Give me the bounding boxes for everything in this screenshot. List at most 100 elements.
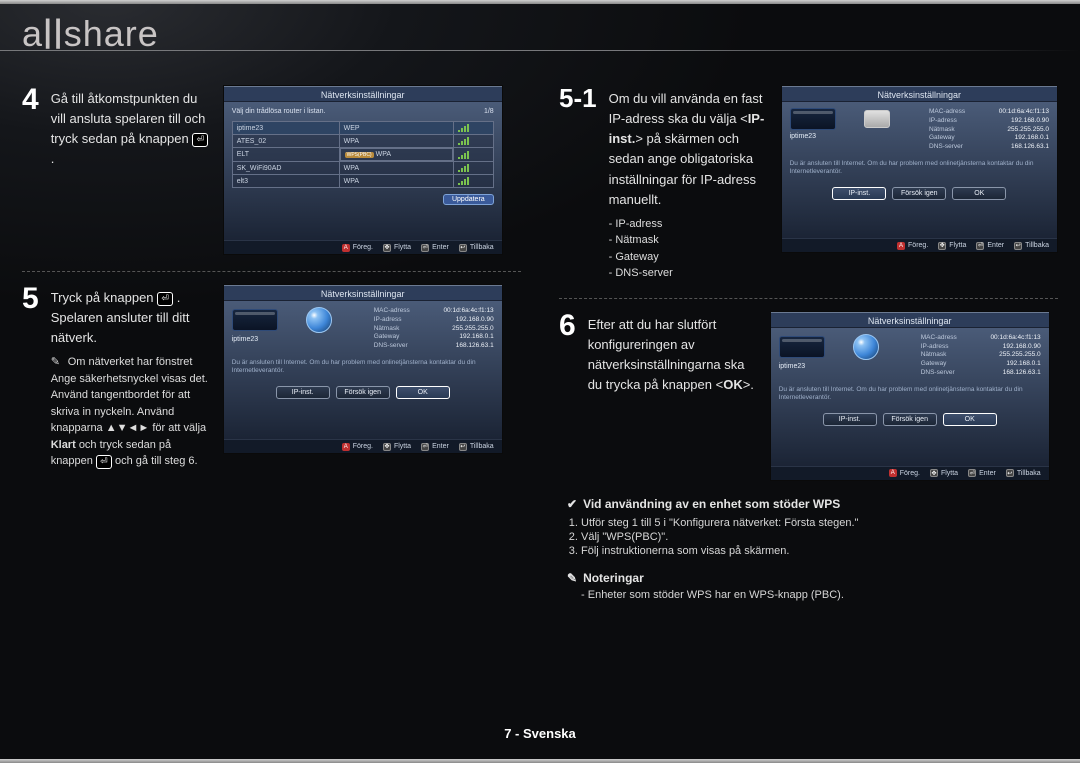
screen-title: Nätverksinställningar: [782, 86, 1057, 102]
signal-icon: [458, 164, 489, 172]
retry-button[interactable]: Försök igen: [883, 413, 937, 426]
wps-steps: Utför steg 1 till 5 i "Konfigurera nätve…: [581, 517, 1058, 557]
signal-icon: [458, 124, 489, 132]
network-info: MAC-adress00:1d:6a:4c:f1:13 IP-adress192…: [929, 108, 1049, 152]
screen-title: Nätverksinställningar: [771, 312, 1049, 328]
notes-heading: ✎Noteringar: [567, 571, 1058, 585]
signal-icon: [458, 177, 489, 185]
step-4-text-b: .: [51, 151, 55, 166]
step-5-text-a: Tryck på knappen: [51, 290, 157, 305]
ip-settings-button[interactable]: IP-inst.: [832, 187, 886, 200]
nav-icon: ✥: [383, 443, 391, 451]
return-icon: ↩: [459, 443, 467, 451]
red-button-icon: A: [342, 443, 350, 451]
step-5-note: ✎ Om nätverket har fönstret Ange säkerhe…: [51, 354, 211, 470]
screen-title: Nätverksinställningar: [224, 86, 502, 102]
app-logo: allshare: [22, 8, 159, 56]
wps-section: ✔Vid användning av en enhet som stöder W…: [559, 497, 1058, 601]
status-message: Du är ansluten till Internet. Om du har …: [779, 386, 1041, 403]
screen-buttons: IP-inst. Försök igen OK: [232, 386, 494, 399]
globe-icon: [853, 334, 879, 360]
ip-settings-button[interactable]: IP-inst.: [276, 386, 330, 399]
ok-button[interactable]: OK: [952, 187, 1006, 200]
step-5-1-bullets: - IP-adress - Nätmask - Gateway - DNS-se…: [609, 216, 769, 282]
nav-icon: ✥: [930, 469, 938, 477]
step-4: 4 Gå till åtkomstpunkten du vill ansluta…: [22, 85, 521, 272]
refresh-button[interactable]: Uppdatera: [443, 194, 494, 205]
red-button-icon: A: [897, 242, 905, 250]
ok-button[interactable]: OK: [396, 386, 450, 399]
note-icon: ✎: [567, 571, 577, 585]
step-5-1-text: Om du vill använda en fast IP-adress ska…: [609, 85, 769, 282]
step-6-text: Efter att du har slutfört konfigureringe…: [588, 311, 758, 481]
left-column: 4 Gå till åtkomstpunkten du vill ansluta…: [22, 85, 521, 713]
wps-heading: ✔Vid användning av en enhet som stöder W…: [567, 497, 1058, 511]
screen-buttons: IP-inst. Försök igen OK: [790, 187, 1049, 200]
ssid-label: iptime23: [790, 133, 890, 140]
list-item: Välj "WPS(PBC)".: [581, 531, 1058, 543]
nav-icon: ✥: [938, 242, 946, 250]
ssid-label: iptime23: [779, 363, 879, 370]
router-icon: [864, 110, 890, 128]
right-column: 5-1 Om du vill använda en fast IP-adress…: [559, 85, 1058, 713]
screen-title: Nätverksinställningar: [224, 285, 502, 301]
check-icon: ✔: [567, 497, 577, 511]
return-icon: ↩: [459, 244, 467, 252]
table-row: ELTWPS(PBC)WPA: [232, 148, 493, 162]
step-5-text: Tryck på knappen ⏎ . Spelaren ansluter t…: [51, 284, 211, 470]
step-4-screenshot: Nätverksinställningar Välj din trådlösa …: [223, 85, 503, 255]
step-5-screenshot: Nätverksinställningar iptime23 M: [223, 284, 503, 454]
step-6: 6 Efter att du har slutfört konfigurerin…: [559, 311, 1058, 487]
red-button-icon: A: [342, 244, 350, 252]
step-number: 5: [22, 284, 39, 470]
enter-icon: ⏎: [421, 443, 429, 451]
signal-icon: [458, 137, 489, 145]
retry-button[interactable]: Försök igen: [336, 386, 390, 399]
ip-settings-button[interactable]: IP-inst.: [823, 413, 877, 426]
network-info: MAC-adress00:1d:6a:4c:f1:13 IP-adress192…: [374, 307, 494, 351]
return-icon: ↩: [1006, 469, 1014, 477]
enter-key-icon: ⏎: [192, 133, 208, 147]
device-icon: [232, 309, 278, 331]
enter-icon: ⏎: [968, 469, 976, 477]
screen-footer: AFöreg. ✥Flytta ⏎Enter ↩Tillbaka: [782, 238, 1057, 252]
list-item: Utför steg 1 till 5 i "Konfigurera nätve…: [581, 517, 1058, 529]
screen-hint: Välj din trådlösa router i listan. 1/8: [232, 108, 494, 115]
ok-button[interactable]: OK: [943, 413, 997, 426]
globe-icon: [306, 307, 332, 333]
enter-icon: ⏎: [976, 242, 984, 250]
return-icon: ↩: [1014, 242, 1022, 250]
step-5-1-screenshot: Nätverksinställningar iptime23 M: [781, 85, 1058, 253]
table-row: iptime23WEP: [232, 122, 493, 135]
status-message: Du är ansluten till Internet. Om du har …: [790, 160, 1049, 177]
nav-icon: ✥: [383, 244, 391, 252]
table-row: SK_WiFi90ADWPA: [232, 162, 493, 175]
red-button-icon: A: [889, 469, 897, 477]
enter-key-icon: ⏎: [157, 292, 173, 306]
retry-button[interactable]: Försök igen: [892, 187, 946, 200]
step-number: 6: [559, 311, 576, 481]
network-info: MAC-adress00:1d:6a:4c:f1:13 IP-adress192…: [921, 334, 1041, 378]
window-top-bar: [0, 0, 1080, 4]
step-number: 5-1: [559, 85, 597, 282]
table-row: elt3WPA: [232, 175, 493, 188]
signal-icon: [458, 151, 489, 159]
screen-footer: AFöreg. ✥Flytta ⏎Enter ↩Tillbaka: [224, 439, 502, 453]
connection-line: [842, 119, 858, 120]
step-4-text-a: Gå till åtkomstpunkten du vill ansluta s…: [51, 91, 206, 146]
table-row: ATES_02WPA: [232, 135, 493, 148]
notes-line: - Enheter som stöder WPS har en WPS-knap…: [581, 589, 1058, 601]
enter-key-icon: ⏎: [96, 455, 112, 469]
status-message: Du är ansluten till Internet. Om du har …: [232, 359, 494, 376]
page-footer: 7 - Svenska: [0, 726, 1080, 741]
list-item: Följ instruktionerna som visas på skärme…: [581, 545, 1058, 557]
step-6-screenshot: Nätverksinställningar iptime23 M: [770, 311, 1050, 481]
step-5: 5 Tryck på knappen ⏎ . Spelaren ansluter…: [22, 284, 521, 486]
wps-badge: WPS(PBC): [345, 152, 374, 158]
ssid-label: iptime23: [232, 336, 332, 343]
step-number: 4: [22, 85, 39, 255]
enter-icon: ⏎: [421, 244, 429, 252]
manual-content: 4 Gå till åtkomstpunkten du vill ansluta…: [22, 85, 1058, 713]
screen-buttons: IP-inst. Försök igen OK: [779, 413, 1041, 426]
connection-line: [284, 320, 300, 321]
